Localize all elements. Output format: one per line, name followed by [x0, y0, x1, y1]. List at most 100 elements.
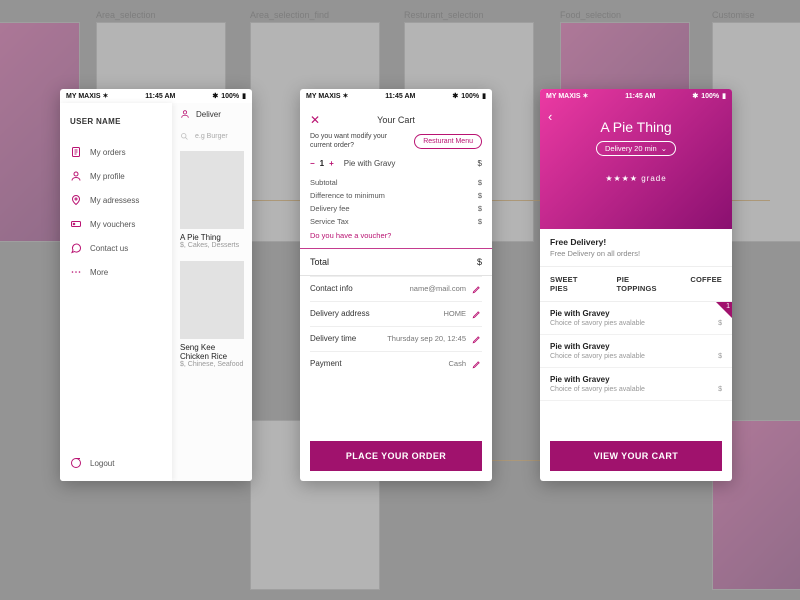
menu-label: My vouchers — [90, 220, 135, 229]
screen-restaurant: MY MAXIS ✶ 11:45 AM ✱ 100% ▮ ‹ A Pie Thi… — [540, 89, 732, 481]
status-bar: MY MAXIS ✶ 11:45 AM ✱ 100% ▮ — [60, 89, 252, 103]
food-row[interactable]: 1 Pie with Gravey Choice of savory pies … — [540, 302, 732, 335]
food-price: $ — [718, 386, 722, 393]
card-image[interactable] — [180, 261, 244, 339]
screen-drawer-home: MY MAXIS ✶ 11:45 AM ✱ 100% ▮ Deliver e.g… — [60, 89, 252, 481]
logout-label: Logout — [90, 459, 114, 468]
menu-item-vouchers[interactable]: My vouchers — [70, 212, 162, 236]
edit-label: Delivery time — [310, 334, 372, 343]
line-delivery: Delivery fee$ — [310, 204, 482, 213]
cart-count-badge: 1 — [716, 302, 732, 318]
menu-item-profile[interactable]: My profile — [70, 164, 162, 188]
user-avatar-icon — [180, 109, 190, 119]
voucher-link[interactable]: Do you have a voucher? — [310, 231, 482, 240]
search-placeholder: e.g Burger — [195, 133, 228, 140]
line-diffmin: Difference to minimum$ — [310, 191, 482, 200]
battery-label: ✱ 100% ▮ — [452, 92, 486, 100]
modify-prompt: Do you want modify your current order? — [310, 133, 394, 151]
view-cart-button[interactable]: VIEW YOUR CART — [550, 441, 722, 471]
food-subtitle: Choice of savory pies avalable — [550, 320, 645, 327]
cart-title-row: ✕ Your Cart — [310, 111, 482, 129]
qty-plus-button[interactable]: + — [329, 159, 334, 168]
qty-minus-button[interactable]: − — [310, 159, 315, 168]
menu-item-orders[interactable]: My orders — [70, 140, 162, 164]
card-caption[interactable]: Seng Kee Chicken Rice $, Chinese, Seafoo… — [172, 339, 252, 376]
bg-label: Area_selection — [96, 10, 156, 20]
card-title: A Pie Thing — [180, 233, 244, 242]
card-subtitle: $, Chinese, Seafood — [180, 361, 244, 368]
status-bar: MY MAXIS ✶ 11:45 AM ✱ 100% ▮ — [540, 89, 732, 103]
carrier-label: MY MAXIS ✶ — [306, 92, 348, 100]
status-bar: MY MAXIS ✶ 11:45 AM ✱ 100% ▮ — [300, 89, 492, 103]
search-icon — [180, 132, 189, 141]
cart-item-name: Pie with Gravy — [344, 159, 478, 168]
more-icon — [70, 266, 82, 278]
promo-banner: Free Delivery! Free Delivery on all orde… — [540, 229, 732, 267]
pencil-icon[interactable] — [472, 359, 482, 369]
edit-value: Thursday sep 20, 12:45 — [372, 334, 466, 343]
pencil-icon[interactable] — [472, 309, 482, 319]
food-price: $ — [718, 320, 722, 327]
food-title: Pie with Gravey — [550, 342, 722, 351]
menu-label: My orders — [90, 148, 126, 157]
bg-label: Area_selection_find — [250, 10, 329, 20]
logout-button[interactable]: Logout — [70, 457, 114, 469]
bg-label: Customise — [712, 10, 755, 20]
edit-label: Contact info — [310, 284, 372, 293]
list-content: Deliver e.g Burger A Pie Thing $, Cakes,… — [172, 103, 252, 481]
chip-label: Delivery 20 min — [605, 144, 657, 153]
logout-icon — [70, 457, 82, 469]
bg-label: Food_selection — [560, 10, 621, 20]
food-subtitle: Choice of savory pies avalable — [550, 386, 645, 393]
menu-label: Contact us — [90, 244, 128, 253]
menu-item-contact[interactable]: Contact us — [70, 236, 162, 260]
restaurant-menu-button[interactable]: Resturant Menu — [414, 134, 482, 149]
close-icon[interactable]: ✕ — [310, 111, 320, 129]
carrier-label: MY MAXIS ✶ — [546, 92, 588, 100]
tab-pie-toppings[interactable]: PIE TOPPINGS — [617, 275, 672, 293]
chat-icon — [70, 242, 82, 254]
pencil-icon[interactable] — [472, 284, 482, 294]
edit-address[interactable]: Delivery address HOME — [310, 301, 482, 326]
nav-drawer: USER NAME My orders My profile My adress… — [60, 103, 172, 481]
menu-label: My adressess — [90, 196, 139, 205]
username-label: USER NAME — [70, 117, 162, 126]
deliver-to-row[interactable]: Deliver — [172, 103, 252, 125]
chevron-down-icon: ⌄ — [661, 144, 667, 153]
menu-label: More — [90, 268, 108, 277]
pencil-icon[interactable] — [472, 334, 482, 344]
edit-value: Cash — [372, 359, 466, 368]
profile-icon — [70, 170, 82, 182]
food-row[interactable]: Pie with Gravey Choice of savory pies av… — [540, 335, 732, 368]
total-row: Total $ — [310, 249, 482, 275]
deliver-label: Deliver — [196, 110, 221, 119]
menu-label: My profile — [90, 172, 125, 181]
tab-coffee[interactable]: COFFEE — [690, 275, 722, 293]
search-row[interactable]: e.g Burger — [172, 125, 252, 147]
food-row[interactable]: Pie with Gravey Choice of savory pies av… — [540, 368, 732, 401]
back-icon[interactable]: ‹ — [548, 109, 552, 124]
total-value: $ — [477, 257, 482, 267]
edit-payment[interactable]: Payment Cash — [310, 351, 482, 376]
tab-sweet-pies[interactable]: SWEET PIES — [550, 275, 598, 293]
qty-value: 1 — [320, 159, 324, 168]
battery-label: ✱ 100% ▮ — [692, 92, 726, 100]
food-title: Pie with Gravey — [550, 375, 722, 384]
menu-item-more[interactable]: More — [70, 260, 162, 284]
food-subtitle: Choice of savory pies avalable — [550, 353, 645, 360]
line-tax: Service Tax$ — [310, 217, 482, 226]
edit-label: Payment — [310, 359, 372, 368]
clock-label: 11:45 AM — [145, 93, 175, 100]
card-image[interactable] — [180, 151, 244, 229]
promo-subtitle: Free Delivery on all orders! — [550, 249, 722, 258]
category-tabs: SWEET PIES PIE TOPPINGS COFFEE — [540, 267, 732, 302]
screen-cart: MY MAXIS ✶ 11:45 AM ✱ 100% ▮ ✕ Your Cart… — [300, 89, 492, 481]
menu-item-addresses[interactable]: My adressess — [70, 188, 162, 212]
total-label: Total — [310, 257, 329, 267]
edit-time[interactable]: Delivery time Thursday sep 20, 12:45 — [310, 326, 482, 351]
edit-value: name@mail.com — [372, 284, 466, 293]
place-order-button[interactable]: PLACE YOUR ORDER — [310, 441, 482, 471]
delivery-time-chip[interactable]: Delivery 20 min ⌄ — [596, 141, 676, 156]
card-caption[interactable]: A Pie Thing $, Cakes, Desserts — [172, 229, 252, 257]
edit-contact[interactable]: Contact info name@mail.com — [310, 276, 482, 301]
